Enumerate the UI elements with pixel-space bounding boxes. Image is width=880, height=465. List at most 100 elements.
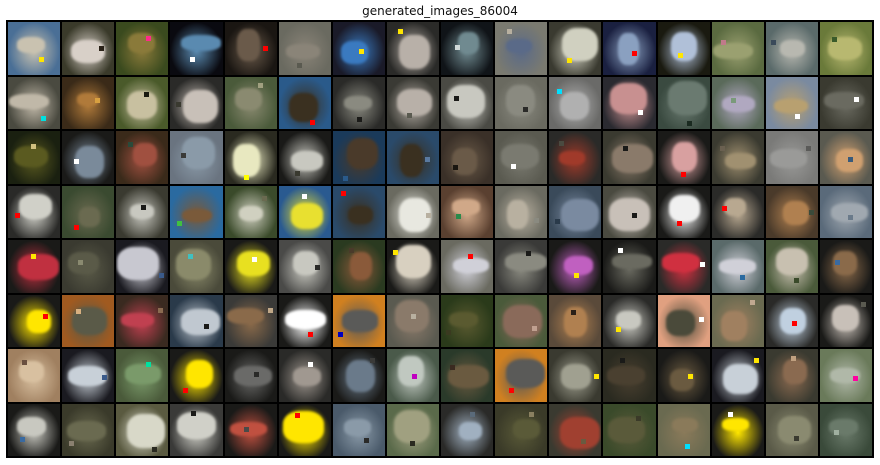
tile-subject — [719, 259, 757, 275]
tile-artifact — [128, 142, 134, 148]
generated-image-tile — [386, 76, 439, 129]
generated-image-tile — [224, 240, 277, 293]
tile-artifact — [750, 300, 755, 306]
tile-subject — [290, 203, 324, 229]
tile-subject — [17, 37, 46, 54]
generated-image-tile — [278, 349, 331, 402]
tile-artifact — [98, 45, 104, 51]
generated-image-tile — [116, 185, 169, 238]
tile-artifact — [190, 57, 196, 63]
tile-subject — [235, 87, 263, 110]
tile-subject — [612, 253, 653, 269]
tile-subject — [126, 91, 158, 120]
tile-subject — [185, 359, 214, 388]
generated-image-tile — [332, 240, 385, 293]
tile-artifact — [141, 205, 147, 211]
tile-artifact — [38, 56, 44, 62]
tile-artifact — [593, 374, 599, 380]
tile-subject — [722, 96, 755, 113]
generated-image-tile — [8, 240, 61, 293]
tile-artifact — [619, 357, 625, 363]
generated-image-tile — [549, 131, 602, 184]
tile-artifact — [254, 372, 260, 378]
generated-image-tile — [441, 131, 494, 184]
generated-image-tile — [278, 22, 331, 75]
generated-image-tile — [657, 403, 710, 456]
tile-artifact — [731, 98, 737, 104]
generated-image-tile — [386, 131, 439, 184]
tile-subject — [559, 417, 600, 449]
tile-subject — [120, 313, 155, 328]
generated-image-tile — [8, 403, 61, 456]
tile-subject — [505, 84, 536, 117]
tile-artifact — [409, 440, 415, 446]
tile-subject — [181, 209, 212, 223]
tile-subject — [458, 32, 480, 55]
tile-artifact — [295, 170, 301, 176]
tile-subject — [776, 248, 808, 275]
tile-subject — [17, 253, 59, 280]
tile-artifact — [30, 144, 36, 150]
tile-artifact — [243, 427, 249, 433]
tile-subject — [828, 419, 858, 436]
tile-subject — [559, 91, 590, 121]
generated-image-tile — [386, 240, 439, 293]
tile-artifact — [687, 373, 693, 379]
tile-subject — [346, 138, 379, 169]
generated-image-tile — [495, 240, 548, 293]
generated-image-tile — [711, 22, 764, 75]
tile-artifact — [191, 411, 197, 417]
tile-artifact — [790, 355, 796, 361]
tile-subject — [783, 358, 808, 385]
tile-artifact — [511, 163, 517, 169]
tile-subject — [452, 147, 477, 175]
tile-artifact — [573, 273, 579, 279]
generated-image-tile — [495, 294, 548, 347]
tile-artifact — [700, 261, 706, 267]
generated-image-tile — [765, 349, 818, 402]
tile-artifact — [860, 301, 866, 307]
tile-artifact — [632, 212, 638, 218]
generated-image-tile — [224, 76, 277, 129]
tile-artifact — [267, 308, 273, 314]
generated-image-tile — [332, 349, 385, 402]
tile-subject — [396, 88, 432, 117]
tile-subject — [616, 310, 641, 329]
generated-image-tile — [278, 294, 331, 347]
tile-subject — [237, 250, 270, 276]
generated-image-tile — [8, 294, 61, 347]
generated-image-tile — [603, 131, 656, 184]
tile-artifact — [302, 193, 308, 199]
generated-image-tile — [116, 240, 169, 293]
tile-artifact — [728, 412, 734, 418]
tile-artifact — [69, 441, 75, 447]
tile-artifact — [794, 278, 800, 284]
generated-image-tile — [711, 349, 764, 402]
generated-image-tile — [386, 22, 439, 75]
tile-artifact — [456, 214, 462, 220]
tile-artifact — [143, 92, 149, 98]
tile-subject — [562, 27, 598, 61]
tile-subject — [70, 39, 106, 64]
generated-image-tile — [657, 349, 710, 402]
tile-subject — [180, 309, 221, 335]
tile-subject — [284, 310, 327, 330]
generated-image-tile — [495, 22, 548, 75]
tile-subject — [239, 205, 263, 222]
tile-subject — [723, 363, 759, 395]
generated-image-tile — [170, 22, 223, 75]
tile-artifact — [78, 260, 84, 266]
generated-image-tile — [549, 22, 602, 75]
generated-image-tile — [278, 185, 331, 238]
tile-artifact — [204, 323, 209, 329]
generated-image-tile — [819, 76, 872, 129]
tile-subject — [617, 32, 639, 66]
tile-artifact — [357, 116, 363, 122]
tile-artifact — [831, 37, 837, 43]
tile-artifact — [616, 327, 622, 333]
tile-subject — [176, 411, 216, 440]
tile-artifact — [262, 195, 268, 201]
tile-artifact — [794, 113, 800, 119]
tile-artifact — [314, 265, 320, 271]
tile-artifact — [687, 120, 693, 126]
